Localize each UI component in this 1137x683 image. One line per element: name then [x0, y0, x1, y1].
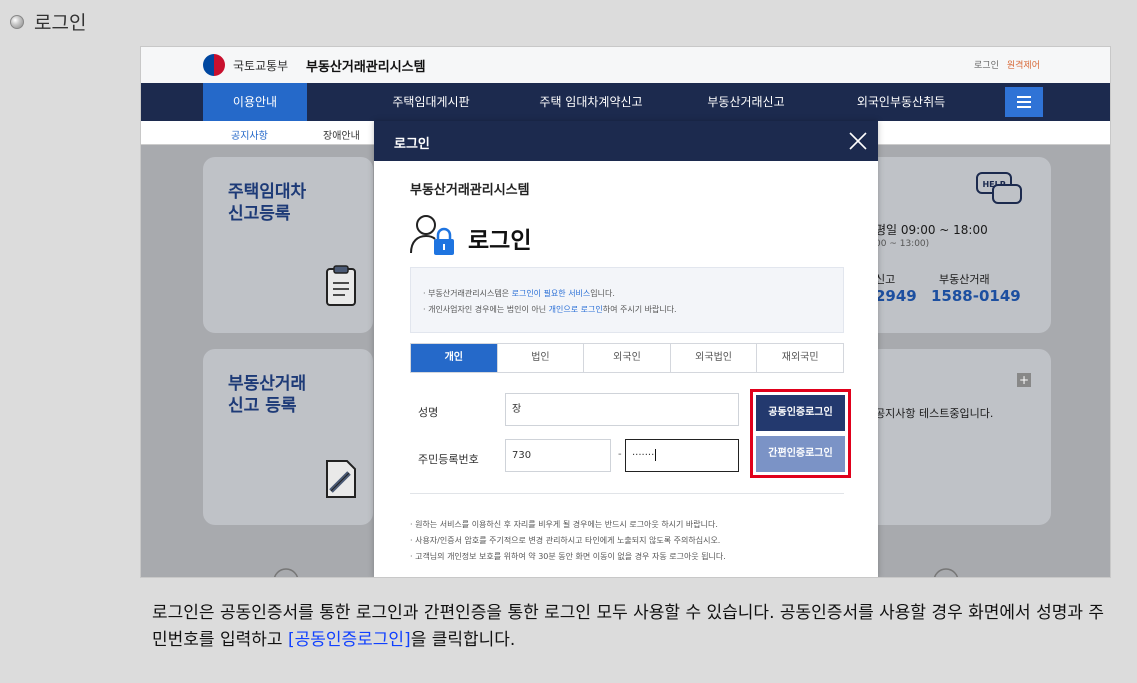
- notice2-text: · 개인사업자인 경우에는 법인이 아닌: [423, 305, 549, 314]
- notice-line-1: · 부동산거래관리시스템은 로그인이 필요한 서비스입니다.: [423, 288, 615, 299]
- footer-line-1: · 원하는 서비스를 이용하신 후 자리를 비우게 될 경우에는 반드시 로그아…: [410, 520, 718, 529]
- top-link-login[interactable]: 로그인: [974, 58, 999, 71]
- page-heading: 로그인: [10, 8, 86, 35]
- card-lease-title: 주택임대차 신고등록: [228, 181, 306, 225]
- simple-auth-login-button[interactable]: 간편인증로그인: [756, 436, 845, 472]
- rrn-back-value: ·······: [632, 450, 655, 461]
- chat-icon: [273, 568, 299, 577]
- card-lease-report: 주택임대차 신고등록: [203, 157, 373, 333]
- nav-item-foreigner[interactable]: 외국인부동산취득: [831, 83, 971, 121]
- nav-item-lease-report[interactable]: 주택 임대차계약신고: [516, 83, 666, 121]
- name-input[interactable]: 장: [505, 393, 739, 426]
- rrn-front-input[interactable]: 730: [505, 439, 611, 472]
- caption-highlight: [공동인증로그인]: [287, 630, 411, 650]
- phone1-number: 2949: [875, 287, 917, 305]
- modal-header: 로그인: [374, 121, 878, 161]
- notice-box: · 부동산거래관리시스템은 로그인이 필요한 서비스입니다. · 개인사업자인 …: [410, 267, 844, 333]
- screenshot-frame: 국토교통부 부동산거래관리시스템 로그인 원격제어 이용안내 주택임대게시판 주…: [140, 46, 1111, 578]
- login-modal: 로그인 부동산거래관리시스템 로그인 · 부동산거래관리시스템은 로그인이 필요…: [374, 121, 878, 577]
- tab-foreign-corporation[interactable]: 외국법인: [671, 344, 758, 372]
- sub-item-outage[interactable]: 장애안내: [323, 127, 360, 142]
- org-name: 국토교통부: [233, 59, 289, 73]
- government-logo: [203, 54, 225, 76]
- search-doc-icon: [933, 568, 959, 577]
- card-transaction-title: 부동산거래 신고 등록: [228, 373, 306, 417]
- bullet-icon: [10, 14, 24, 29]
- notice1-text-end: 입니다.: [590, 289, 615, 298]
- tab-foreigner[interactable]: 외국인: [584, 344, 671, 372]
- footer-line-2: · 사용자/인증서 암호를 주기적으로 변경 관리하시고 타인에게 노출되지 않…: [410, 536, 721, 545]
- notice2-text-end: 하여 주시기 바랍니다.: [602, 305, 677, 314]
- rrn-back-input[interactable]: ·······: [625, 439, 739, 472]
- notice1-text: · 부동산거래관리시스템은: [423, 289, 512, 298]
- login-heading: 로그인: [468, 228, 532, 254]
- modal-title: 로그인: [394, 137, 430, 152]
- cert-login-button[interactable]: 공동인증로그인: [756, 395, 845, 431]
- caption-text-end: 을 클릭합니다.: [410, 630, 516, 650]
- close-icon[interactable]: [848, 131, 868, 151]
- nav-item-rental-board[interactable]: 주택임대게시판: [366, 83, 496, 121]
- nav-item-guide[interactable]: 이용안내: [203, 83, 307, 121]
- top-link-remote[interactable]: 원격제어: [1007, 58, 1040, 71]
- page-heading-text: 로그인: [34, 12, 87, 34]
- text-cursor: [655, 449, 657, 461]
- hamburger-icon[interactable]: [1005, 87, 1043, 117]
- plus-icon[interactable]: +: [1017, 373, 1031, 387]
- help-icon: HELP: [976, 172, 1022, 204]
- divider: [410, 493, 844, 494]
- caption: 로그인은 공동인증서를 통한 로그인과 간편인증을 통한 로그인 모두 사용할 …: [152, 600, 1112, 654]
- contact-hours-sub: 00 ~ 13:00): [875, 239, 930, 249]
- phone2-label: 부동산거래: [939, 273, 990, 286]
- document-pen-icon: [326, 460, 356, 498]
- card-transaction-title-line1: 부동산거래: [228, 374, 307, 394]
- phone1-label: 신고: [875, 273, 896, 286]
- main-nav: 이용안내 주택임대게시판 주택 임대차계약신고 부동산거래신고 외국인부동산취득: [141, 83, 1110, 121]
- name-label: 성명: [418, 406, 439, 419]
- phone2-number: 1588-0149: [931, 287, 1021, 305]
- notice2-highlight: 개인으로 로그인: [548, 305, 603, 314]
- nav-item-transaction-report[interactable]: 부동산거래신고: [681, 83, 811, 121]
- tab-corporation[interactable]: 법인: [498, 344, 585, 372]
- top-links: 로그인 원격제어: [974, 58, 1040, 71]
- system-name[interactable]: 부동산거래관리시스템: [306, 56, 426, 75]
- rrn-dash: -: [618, 449, 622, 460]
- tab-overseas-korean[interactable]: 재외국민: [757, 344, 843, 372]
- footer-line-3: · 고객님의 개인정보 보호를 위하여 약 30분 동안 화면 이동이 없을 경…: [410, 552, 726, 561]
- card-transaction-report: 부동산거래 신고 등록: [203, 349, 373, 525]
- top-header: 국토교통부 부동산거래관리시스템 로그인 원격제어: [141, 47, 1110, 83]
- tab-individual[interactable]: 개인: [411, 344, 498, 372]
- notice-line-2: · 개인사업자인 경우에는 법인이 아닌 개인으로 로그인하여 주시기 바랍니다…: [423, 304, 677, 315]
- user-lock-icon: [410, 215, 454, 255]
- card-lease-title-line1: 주택임대차: [228, 182, 307, 202]
- rrn-label: 주민등록번호: [418, 453, 479, 466]
- contact-hours: 평일 09:00 ~ 18:00: [875, 223, 988, 237]
- card-lease-title-line2: 신고등록: [228, 204, 291, 224]
- card-transaction-title-line2: 신고 등록: [228, 396, 297, 416]
- notice-item[interactable]: 공지사항 테스트중입니다.: [875, 405, 993, 421]
- sub-item-notice[interactable]: 공지사항: [231, 127, 268, 142]
- document-icon: [326, 265, 356, 306]
- modal-system-name: 부동산거래관리시스템: [410, 183, 530, 198]
- notice1-highlight: 로그인이 필요한 서비스: [511, 289, 591, 298]
- user-type-tabs: 개인 법인 외국인 외국법인 재외국민: [410, 343, 844, 373]
